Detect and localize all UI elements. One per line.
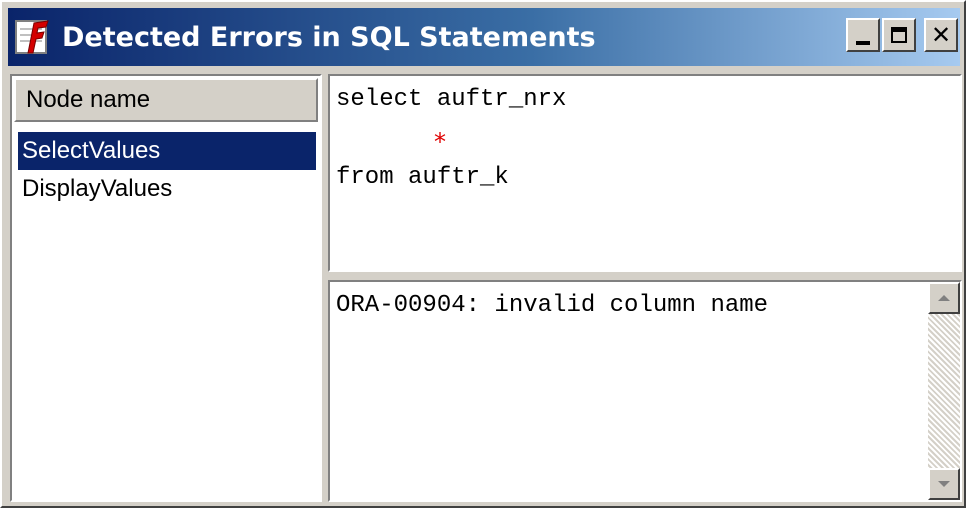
node-list: SelectValues DisplayValues bbox=[18, 132, 316, 208]
title-bar[interactable]: Detected Errors in SQL Statements ✕ bbox=[8, 8, 960, 66]
error-dialog-window: Detected Errors in SQL Statements ✕ Node… bbox=[0, 0, 966, 508]
scroll-up-button[interactable] bbox=[928, 282, 960, 314]
node-item-displayvalues[interactable]: DisplayValues bbox=[18, 170, 316, 208]
node-list-panel: Node name SelectValues DisplayValues bbox=[10, 74, 322, 502]
arrow-up-icon bbox=[938, 295, 950, 301]
node-name-column-header[interactable]: Node name bbox=[14, 78, 318, 122]
error-message-text: ORA-00904: invalid column name bbox=[336, 292, 769, 319]
error-position-marker: * bbox=[434, 128, 446, 156]
window-controls: ✕ bbox=[846, 18, 958, 52]
arrow-down-icon bbox=[938, 481, 950, 487]
scroll-down-button[interactable] bbox=[928, 468, 960, 500]
maximize-icon bbox=[891, 27, 907, 43]
dialog-body: Node name SelectValues DisplayValues sel… bbox=[10, 74, 962, 502]
minimize-icon bbox=[856, 41, 870, 45]
node-item-selectvalues[interactable]: SelectValues bbox=[18, 132, 316, 170]
sql-statement-view[interactable]: select auftr_nrx * from auftr_k bbox=[328, 74, 962, 272]
oracle-forms-app-icon bbox=[15, 20, 49, 54]
maximize-button[interactable] bbox=[882, 18, 916, 52]
vertical-scrollbar[interactable] bbox=[928, 282, 960, 500]
sql-line: from auftr_k bbox=[336, 164, 509, 191]
close-icon: ✕ bbox=[930, 21, 952, 49]
error-message-view[interactable]: ORA-00904: invalid column name bbox=[328, 280, 962, 502]
window-title: Detected Errors in SQL Statements bbox=[62, 21, 596, 53]
close-button[interactable]: ✕ bbox=[924, 18, 958, 52]
sql-line: select auftr_nrx bbox=[336, 86, 567, 113]
minimize-button[interactable] bbox=[846, 18, 880, 52]
